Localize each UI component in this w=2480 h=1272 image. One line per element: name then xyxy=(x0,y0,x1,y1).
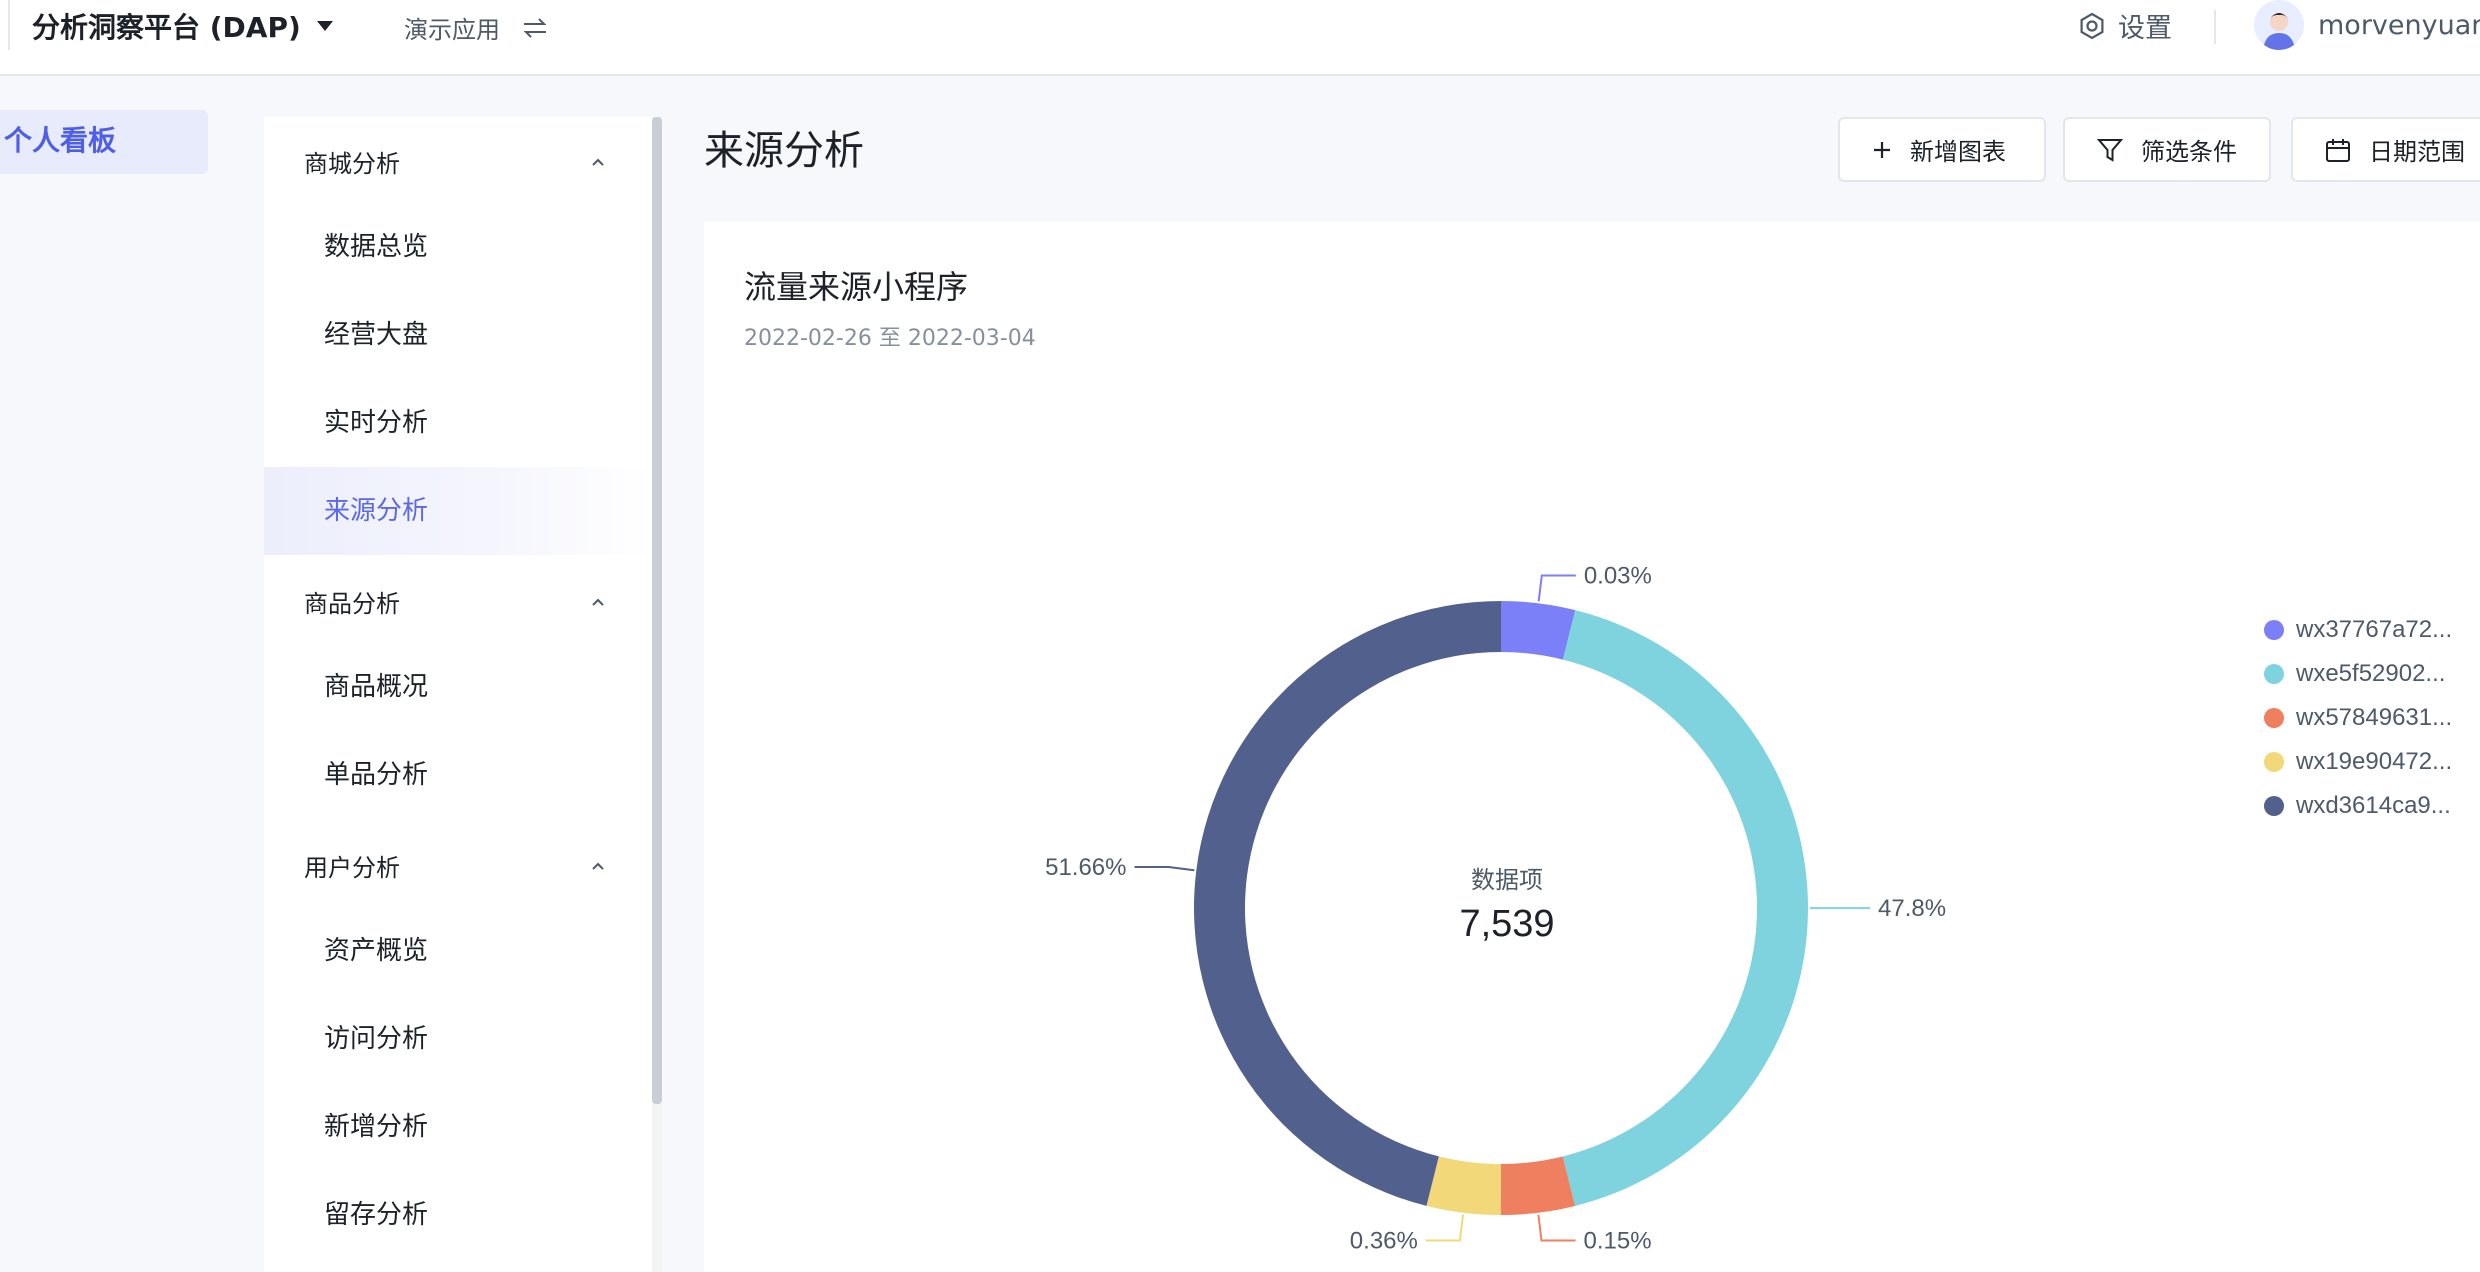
donut-slice[interactable] xyxy=(1501,601,1576,660)
settings-icon xyxy=(2078,12,2106,40)
nav-item-source-analysis[interactable]: 来源分析 xyxy=(264,467,652,555)
chevron-up-icon[interactable] xyxy=(590,594,606,610)
donut-slice[interactable] xyxy=(1194,601,1501,1206)
donut-center-value: 7,539 xyxy=(1459,903,1554,945)
slice-percent-label: 0.15% xyxy=(1584,1228,1652,1255)
platform-switcher[interactable]: 分析洞察平台 (DAP) xyxy=(32,6,333,46)
nav-item-visit-analysis[interactable]: 访问分析 xyxy=(264,995,652,1083)
legend-item[interactable]: wxd3614ca9... xyxy=(2264,784,2452,828)
user-menu[interactable]: morvenyuan xyxy=(2254,0,2480,50)
nav-item-business-dashboard[interactable]: 经营大盘 xyxy=(264,291,652,379)
donut-center-label: 数据项 xyxy=(1471,866,1543,894)
page-title: 来源分析 xyxy=(704,128,864,174)
legend-dot-icon xyxy=(2264,708,2284,728)
swap-icon xyxy=(522,17,548,38)
filter-icon xyxy=(2097,137,2123,163)
nav-item-realtime-analysis[interactable]: 实时分析 xyxy=(264,379,652,467)
settings-label: 设置 xyxy=(2118,13,2172,44)
slice-leader-line xyxy=(1537,1214,1576,1242)
nav-group-mall-analysis[interactable]: 商城分析 xyxy=(304,144,400,179)
nav-item-product-overview[interactable]: 商品概况 xyxy=(264,643,652,731)
date-range-label: 日期范围 xyxy=(2369,138,2465,166)
secondary-nav: 商城分析 数据总览 经营大盘 实时分析 来源分析 商品分析 商品概况 单品分析 … xyxy=(264,117,652,1272)
legend-item[interactable]: wxe5f52902... xyxy=(2264,652,2452,696)
chevron-up-icon[interactable] xyxy=(590,858,606,874)
settings-button[interactable]: 设置 xyxy=(2078,6,2172,45)
nav-item-single-product[interactable]: 单品分析 xyxy=(264,731,652,819)
add-chart-label: 新增图表 xyxy=(1910,138,2006,166)
date-range-button[interactable]: 日期范围 xyxy=(2291,117,2480,182)
chevron-up-icon[interactable] xyxy=(590,154,606,170)
filter-label: 筛选条件 xyxy=(2141,138,2237,166)
nav-group-user-analysis[interactable]: 用户分析 xyxy=(304,848,400,883)
chart-legend: wx37767a72... wxe5f52902... wx57849631... w… xyxy=(2264,608,2452,828)
nav-group-product-analysis[interactable]: 商品分析 xyxy=(304,584,400,619)
legend-label: wxe5f52902... xyxy=(2296,660,2446,687)
caret-down-icon xyxy=(316,21,333,31)
nav-scrollbar[interactable] xyxy=(652,117,662,1272)
legend-dot-icon xyxy=(2264,620,2284,640)
legend-label: wx19e90472... xyxy=(2296,748,2453,775)
nav-item-new-user-analysis[interactable]: 新增分析 xyxy=(264,1083,652,1171)
nav-item-asset-overview[interactable]: 资产概览 xyxy=(264,907,652,995)
calendar-icon xyxy=(2325,137,2351,163)
nav-scrollbar-thumb[interactable] xyxy=(652,117,662,1104)
filter-button[interactable]: 筛选条件 xyxy=(2063,117,2271,182)
nav-item-data-overview[interactable]: 数据总览 xyxy=(264,203,652,291)
header-separator xyxy=(2214,10,2216,44)
legend-label: wxd3614ca9... xyxy=(2296,792,2451,819)
legend-item[interactable]: wx57849631... xyxy=(2264,696,2452,740)
slice-leader-line xyxy=(1425,1214,1465,1242)
legend-dot-icon xyxy=(2264,752,2284,772)
donut-chart: 0.03% 47.8% 0.15% 0.36% 51.66% 数据项 7,539 xyxy=(1045,562,1946,1255)
legend-item[interactable]: wx37767a72... xyxy=(2264,608,2452,652)
username: morvenyuan xyxy=(2318,9,2480,41)
top-bar: 分析洞察平台 (DAP) 演示应用 设置 morvenyuan xyxy=(0,0,2480,76)
slice-percent-label: 47.8% xyxy=(1878,895,1946,922)
avatar xyxy=(2254,0,2304,50)
slice-percent-label: 0.36% xyxy=(1350,1227,1418,1254)
slice-leader-line xyxy=(1134,866,1195,872)
donut-slice[interactable] xyxy=(1562,610,1808,1206)
nav-item-retention-analysis[interactable]: 留存分析 xyxy=(264,1171,652,1259)
legend-dot-icon xyxy=(2264,796,2284,816)
slice-percent-label: 0.03% xyxy=(1584,562,1652,589)
app-switcher[interactable]: 演示应用 xyxy=(404,10,548,45)
top-bar-divider xyxy=(8,0,10,50)
chart-card: 流量来源小程序 2022-02-26 至 2022-03-04 0.03% 47.… xyxy=(704,222,2480,1272)
slice-percent-label: 51.66% xyxy=(1045,854,1126,881)
platform-name: 分析洞察平台 (DAP) xyxy=(32,11,301,44)
slice-leader-line xyxy=(1537,574,1576,602)
donut-slice[interactable] xyxy=(1426,1156,1501,1215)
legend-item[interactable]: wx19e90472... xyxy=(2264,740,2452,784)
plus-icon xyxy=(1872,140,1892,160)
legend-label: wx37767a72... xyxy=(2296,616,2453,643)
donut-slice[interactable] xyxy=(1500,1156,1575,1215)
app-name: 演示应用 xyxy=(404,16,500,44)
rail-item-personal-dashboard[interactable]: 个人看板 xyxy=(0,110,208,174)
left-rail: 个人看板 xyxy=(0,78,226,1272)
add-chart-button[interactable]: 新增图表 xyxy=(1838,117,2046,182)
legend-dot-icon xyxy=(2264,664,2284,684)
legend-label: wx57849631... xyxy=(2296,704,2453,731)
